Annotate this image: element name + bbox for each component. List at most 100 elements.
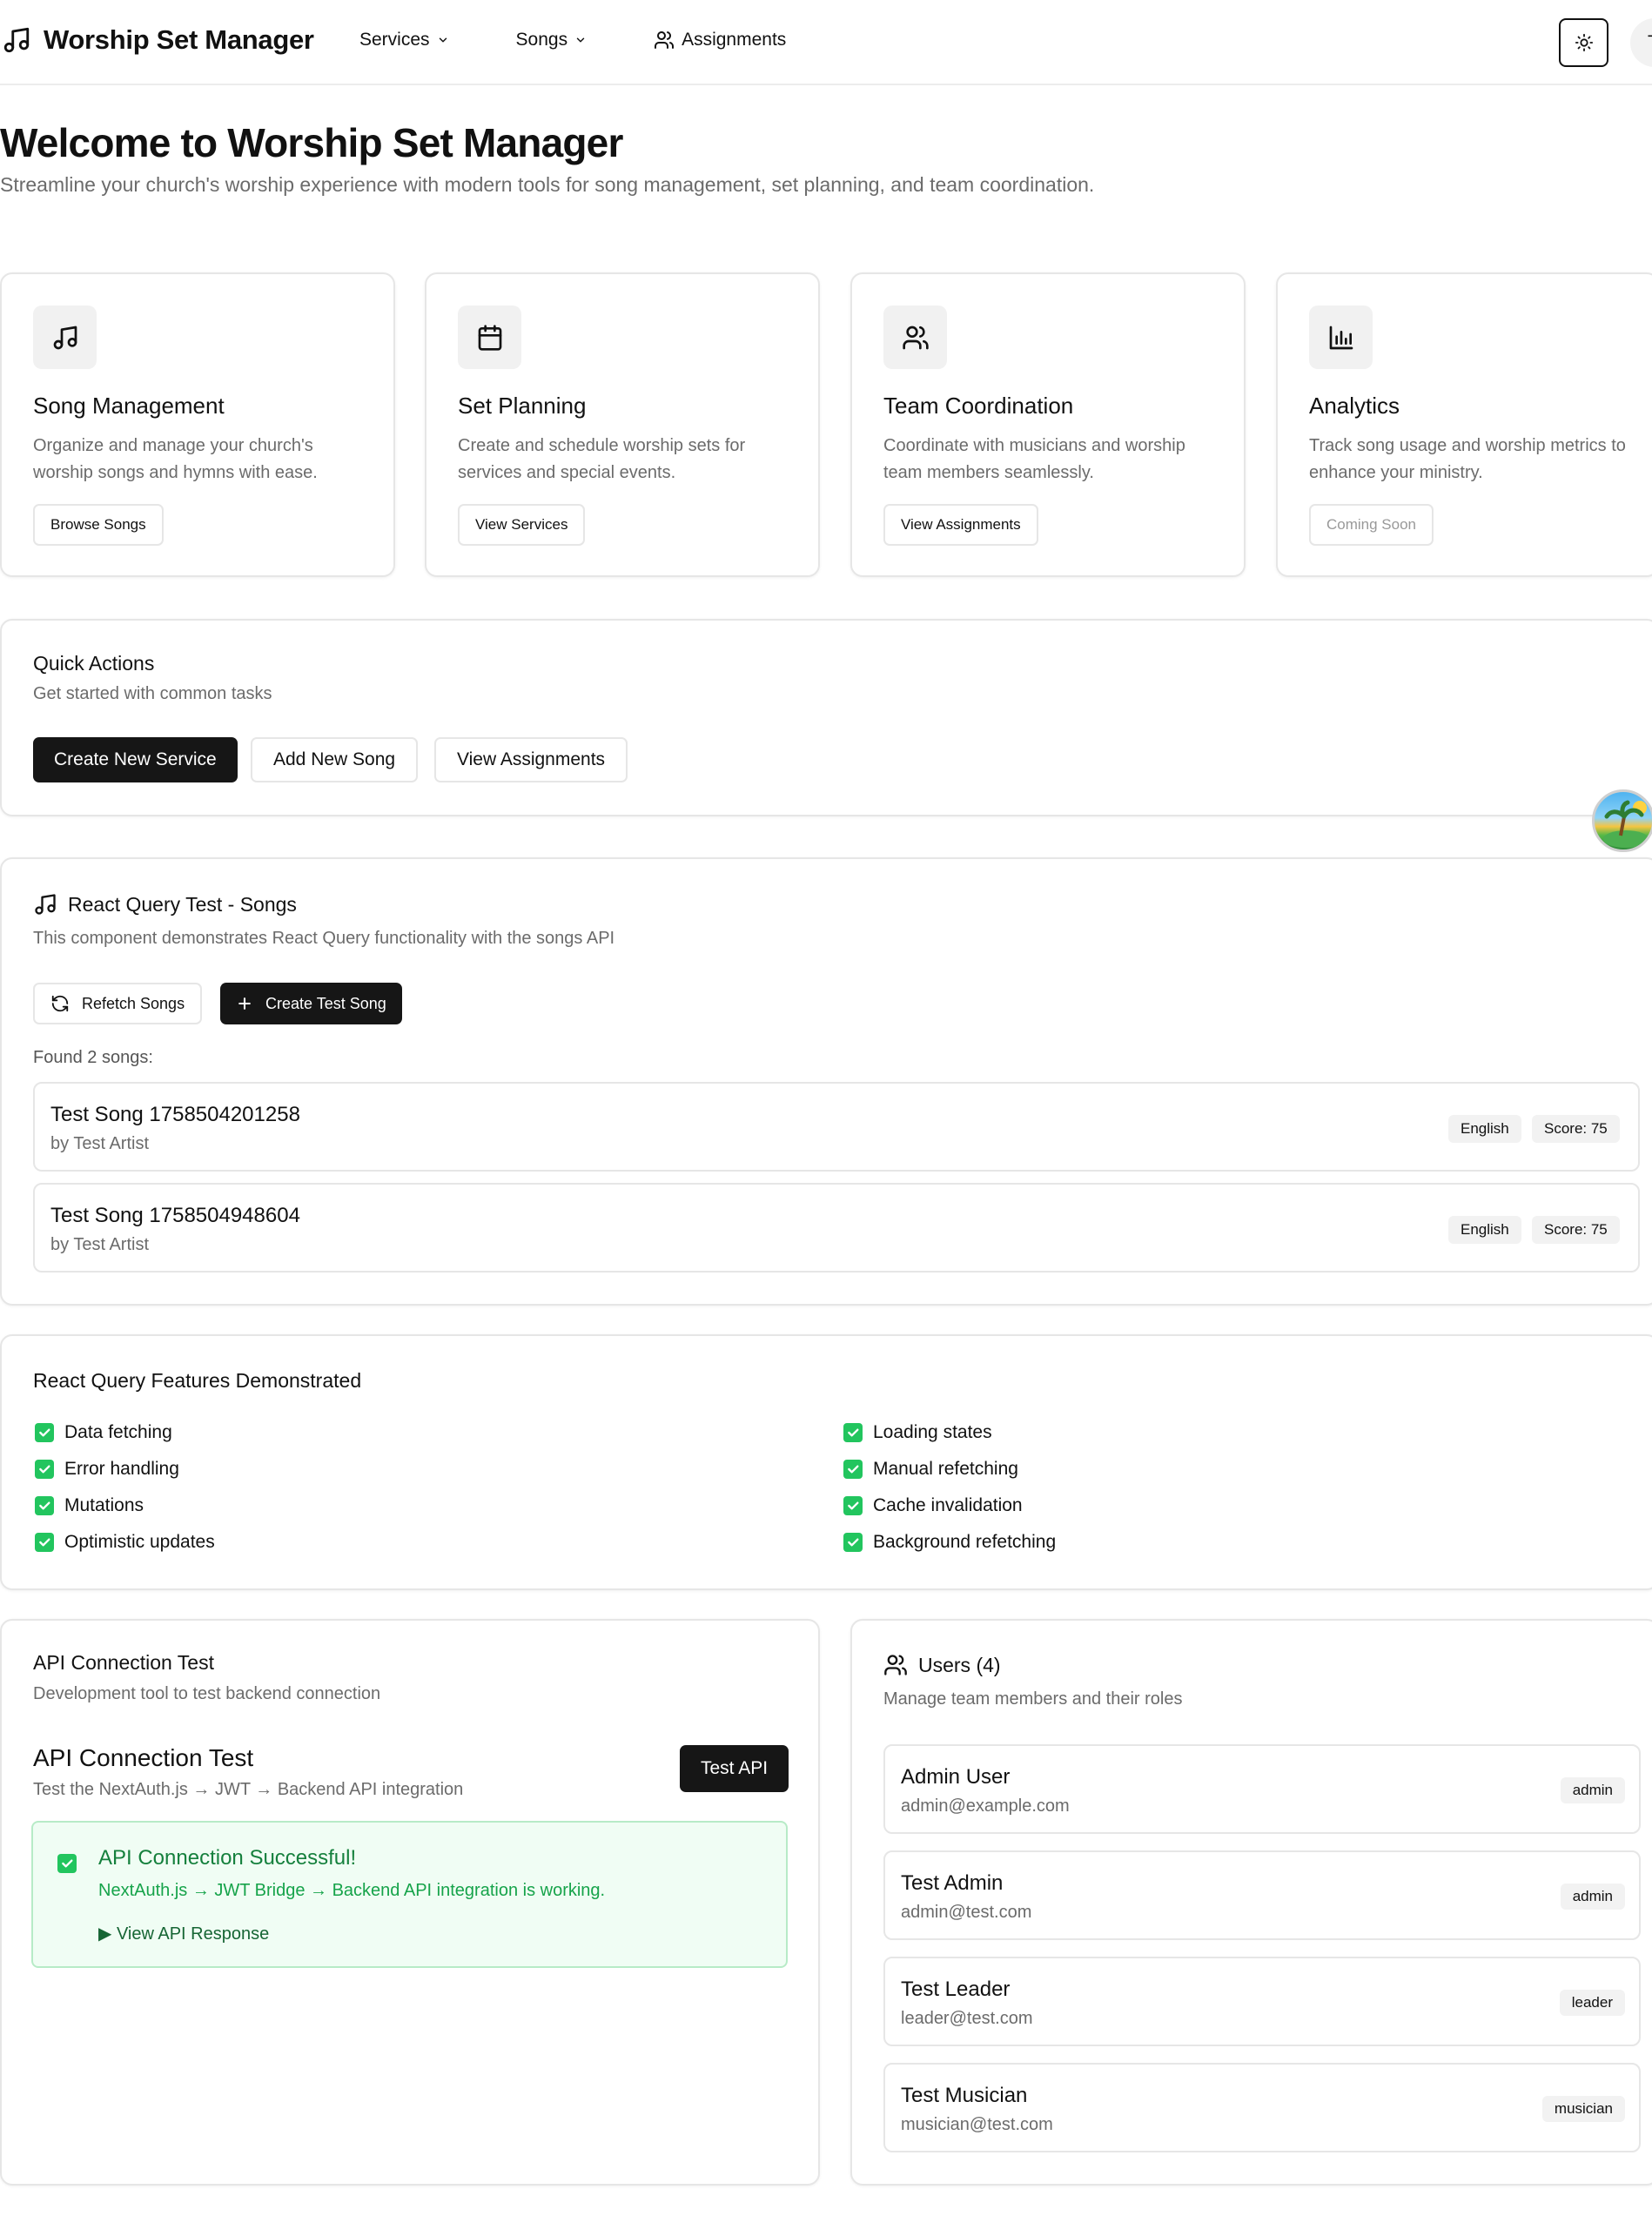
feature-check-item: Background refetching [843, 1532, 1056, 1553]
nav-services-label: Services [359, 30, 430, 50]
users-card: Users (4) Manage team members and their … [850, 1619, 1652, 2186]
create-new-service-button[interactable]: Create New Service [33, 737, 238, 782]
role-badge: admin [1560, 1777, 1625, 1803]
brand[interactable]: Worship Set Manager [2, 24, 314, 56]
music-note-icon [33, 892, 57, 917]
feature-check-item: Data fetching [35, 1422, 172, 1443]
user-row[interactable]: Test Admin admin@test.com admin [883, 1850, 1641, 1940]
check-icon [843, 1460, 863, 1479]
avatar-initial: T [1648, 32, 1652, 53]
nav-assignments-label: Assignments [682, 30, 787, 50]
user-name: Test Musician [901, 2084, 1028, 2107]
test-api-button[interactable]: Test API [680, 1745, 789, 1792]
view-assignments-button[interactable]: View Assignments [883, 504, 1038, 546]
feature-check-item: Cache invalidation [843, 1495, 1023, 1516]
check-icon [843, 1533, 863, 1552]
palm-island-icon [1603, 800, 1649, 848]
check-icon [35, 1423, 54, 1442]
score-badge: Score: 75 [1532, 1216, 1620, 1244]
nav-assignments[interactable]: Assignments [654, 30, 786, 50]
refetch-songs-button[interactable]: Refetch Songs [33, 983, 203, 1024]
avatar[interactable]: T [1630, 18, 1652, 67]
feature-description: Create and schedule worship sets for ser… [458, 436, 746, 482]
users-icon [654, 30, 675, 50]
song-artist: by Test Artist [50, 1235, 150, 1254]
user-row[interactable]: Test Musician musician@test.com musician [883, 2063, 1641, 2152]
top-navbar: Worship Set Manager Services Songs Assig… [0, 0, 1652, 85]
feature-description: Coordinate with musicians and worship te… [883, 436, 1185, 482]
nav-songs[interactable]: Songs [516, 30, 588, 50]
create-test-song-label: Create Test Song [265, 994, 386, 1012]
feature-title: Set Planning [458, 393, 587, 419]
create-test-song-button[interactable]: Create Test Song [220, 983, 402, 1024]
feature-check-item: Mutations [35, 1495, 144, 1516]
bar-chart-icon [1309, 306, 1373, 369]
rq-features-title: React Query Features Demonstrated [33, 1369, 362, 1392]
user-email: leader@test.com [901, 2009, 1033, 2028]
view-services-button[interactable]: View Services [458, 504, 586, 546]
user-row[interactable]: Test Leader leader@test.com leader [883, 1957, 1641, 2046]
role-badge: musician [1541, 2096, 1625, 2122]
list-item[interactable]: Test Song 1758504201258 by Test Artist E… [33, 1082, 1640, 1172]
refresh-icon [50, 994, 70, 1013]
nav-services[interactable]: Services [359, 30, 449, 50]
page-subtitle: Streamline your church's worship experie… [0, 173, 1095, 196]
feature-check-label: Background refetching [873, 1532, 1057, 1552]
success-title: API Connection Successful! [98, 1846, 357, 1870]
user-name: Test Admin [901, 1871, 1004, 1895]
feature-description: Organize and manage your church's worshi… [33, 436, 318, 482]
nav-songs-label: Songs [515, 30, 568, 50]
users-subtitle: Manage team members and their roles [883, 1689, 1183, 1709]
feature-card-analytics: Analytics Track song usage and worship m… [1276, 272, 1652, 577]
refetch-songs-label: Refetch Songs [82, 994, 185, 1012]
plus-icon [236, 995, 253, 1012]
song-title: Test Song 1758504201258 [50, 1103, 300, 1126]
feature-card-song-management: Song Management Organize and manage your… [0, 272, 395, 577]
user-name: Admin User [901, 1765, 1011, 1789]
users-icon [883, 306, 947, 369]
feature-check-label: Data fetching [64, 1422, 172, 1442]
user-email: admin@example.com [901, 1796, 1070, 1816]
user-name: Test Leader [901, 1978, 1011, 2001]
users-header: Users (4) [883, 1653, 1001, 1677]
feature-check-label: Cache invalidation [873, 1495, 1023, 1515]
language-badge: English [1448, 1216, 1521, 1244]
api-test-inner-title: API Connection Test [33, 1744, 254, 1771]
feature-check-label: Mutations [64, 1495, 144, 1515]
check-icon [35, 1533, 54, 1552]
song-artist: by Test Artist [50, 1134, 150, 1153]
calendar-icon [458, 306, 521, 369]
found-songs-label: Found 2 songs: [33, 1048, 153, 1067]
view-assignments-quick-button[interactable]: View Assignments [434, 737, 628, 782]
rq-songs-header: React Query Test - Songs [33, 892, 297, 917]
chevron-down-icon [437, 34, 449, 46]
feature-title: Song Management [33, 393, 225, 419]
list-item[interactable]: Test Song 1758504948604 by Test Artist E… [33, 1183, 1640, 1273]
feature-check-item: Manual refetching [843, 1459, 1018, 1480]
feature-check-item: Optimistic updates [35, 1532, 215, 1553]
users-title: Users (4) [918, 1653, 1001, 1676]
theme-toggle-button[interactable] [1559, 18, 1608, 67]
feature-card-team-coordination: Team Coordination Coordinate with musici… [850, 272, 1246, 577]
view-api-response-toggle[interactable]: ▶ View API Response [98, 1923, 269, 1944]
check-icon [843, 1423, 863, 1442]
user-row[interactable]: Admin User admin@example.com admin [883, 1744, 1641, 1834]
api-success-alert: API Connection Successful! NextAuth.js →… [31, 1821, 788, 1968]
add-new-song-button[interactable]: Add New Song [251, 737, 419, 782]
sun-icon [1575, 33, 1594, 52]
music-note-icon [2, 25, 31, 55]
rq-songs-subtitle: This component demonstrates React Query … [33, 929, 615, 948]
rq-features-card: React Query Features Demonstrated Data f… [0, 1334, 1652, 1590]
rq-songs-title: React Query Test - Songs [68, 892, 297, 916]
coming-soon-button[interactable]: Coming Soon [1309, 504, 1434, 546]
feature-description: Track song usage and worship metrics to … [1309, 436, 1626, 482]
feature-check-label: Error handling [64, 1459, 179, 1479]
browse-songs-button[interactable]: Browse Songs [33, 504, 164, 546]
check-icon [843, 1496, 863, 1515]
floating-island-widget[interactable] [1592, 789, 1652, 852]
check-icon [35, 1460, 54, 1479]
users-icon [883, 1653, 908, 1677]
check-icon [57, 1854, 77, 1873]
api-test-card-title: API Connection Test [33, 1651, 214, 1674]
brand-title: Worship Set Manager [44, 24, 314, 55]
